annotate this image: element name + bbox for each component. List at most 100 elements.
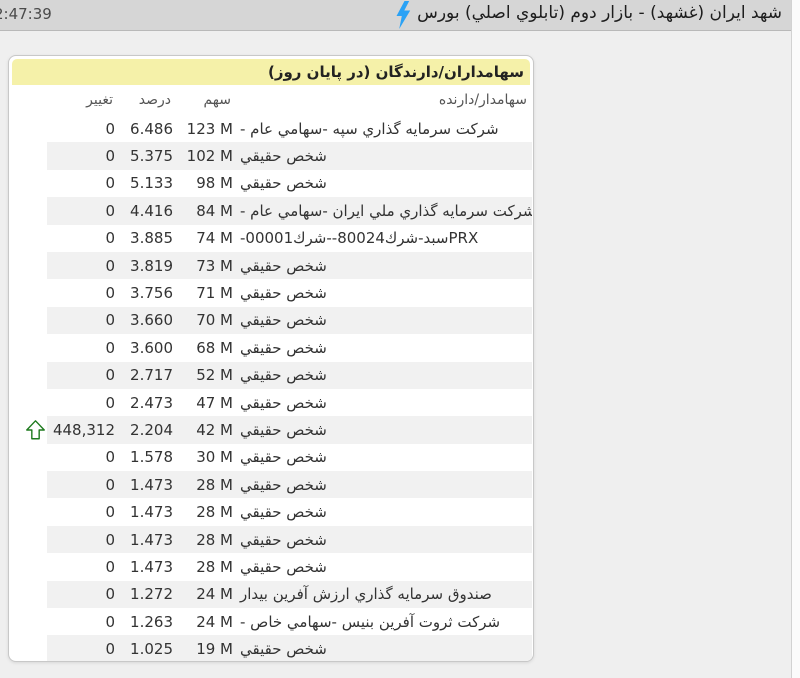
change-direction-cell	[19, 444, 47, 471]
holder-name: شخص حقيقي	[236, 334, 532, 361]
change-value: 0	[47, 608, 118, 635]
table-row: شخص حقيقي 28 M 1.473 0	[9, 471, 533, 498]
percent-value: 6.486	[118, 115, 176, 142]
change-direction-cell	[19, 170, 47, 197]
shares-value: 28 M	[176, 498, 236, 525]
change-value: 0	[47, 444, 118, 471]
table-row: PRXسبد-شرك80024--شرك00001- 74 M 3.885 0	[9, 225, 533, 252]
percent-value: 4.416	[118, 197, 176, 224]
holder-name: شخص حقيقي	[236, 142, 532, 169]
holder-name: شخص حقيقي	[236, 252, 532, 279]
percent-value: 3.660	[118, 307, 176, 334]
table-row: شخص حقيقي 30 M 1.578 0	[9, 444, 533, 471]
change-value: 0	[47, 252, 118, 279]
shares-value: 24 M	[176, 581, 236, 608]
shares-value: 70 M	[176, 307, 236, 334]
change-value: 0	[47, 635, 118, 662]
holder-name: شخص حقيقي	[236, 389, 532, 416]
percent-value: 1.473	[118, 498, 176, 525]
instrument-title: شهد ايران (غشهد) - بازار دوم (تابلوي اصل…	[417, 3, 782, 23]
percent-value: 1.473	[118, 526, 176, 553]
shares-value: 102 M	[176, 142, 236, 169]
shares-value: 30 M	[176, 444, 236, 471]
holder-name: شخص حقيقي	[236, 471, 532, 498]
table-row: شخص حقيقي 102 M 5.375 0	[9, 142, 533, 169]
holder-name: صندوق سرمايه گذاري ارزش آفرين بيدار	[236, 581, 532, 608]
change-value: 0	[47, 362, 118, 389]
percent-value: 3.600	[118, 334, 176, 361]
change-direction-cell	[19, 498, 47, 525]
change-value: 0	[47, 498, 118, 525]
percent-value: 2.717	[118, 362, 176, 389]
percent-value: 2.473	[118, 389, 176, 416]
change-direction-cell	[19, 307, 47, 334]
shares-value: 68 M	[176, 334, 236, 361]
holder-name: شخص حقيقي	[236, 362, 532, 389]
table-row: شخص حقيقي 28 M 1.473 0	[9, 553, 533, 580]
shares-value: 52 M	[176, 362, 236, 389]
percent-value: 1.578	[118, 444, 176, 471]
column-header-shares: سهم	[176, 92, 236, 108]
column-header-holder: سهامدار/دارنده	[236, 92, 532, 108]
percent-value: 3.885	[118, 225, 176, 252]
holders-rows: شرکت سرمايه گذاري سپه -سهامي عام - 123 M…	[9, 115, 533, 662]
table-row: شخص حقيقي 52 M 2.717 0	[9, 362, 533, 389]
table-row: شخص حقيقي 42 M 2.204 448,312	[9, 416, 533, 443]
change-value: 0	[47, 471, 118, 498]
column-header-change: تغيير	[47, 92, 118, 108]
percent-value: 5.133	[118, 170, 176, 197]
change-value: 0	[47, 334, 118, 361]
change-direction-cell	[19, 225, 47, 252]
shares-value: 74 M	[176, 225, 236, 252]
panel-title: سهامداران/دارندگان (در پايان روز)	[12, 59, 530, 85]
percent-value: 5.375	[118, 142, 176, 169]
shares-value: 73 M	[176, 252, 236, 279]
table-row: شخص حقيقي 73 M 3.819 0	[9, 252, 533, 279]
shares-value: 28 M	[176, 471, 236, 498]
change-direction-cell	[19, 197, 47, 224]
change-value: 448,312	[47, 416, 118, 443]
holder-name: شخص حقيقي	[236, 553, 532, 580]
table-row: شخص حقيقي 71 M 3.756 0	[9, 279, 533, 306]
table-row: شخص حقيقي 70 M 3.660 0	[9, 307, 533, 334]
change-value: 0	[47, 526, 118, 553]
column-header-percent: درصد	[118, 92, 176, 108]
percent-value: 2.204	[118, 416, 176, 443]
shares-value: 98 M	[176, 170, 236, 197]
change-direction-cell	[19, 416, 47, 443]
change-direction-cell	[19, 142, 47, 169]
change-value: 0	[47, 115, 118, 142]
holder-name: شخص حقيقي	[236, 635, 532, 662]
change-direction-cell	[19, 389, 47, 416]
shares-value: 28 M	[176, 553, 236, 580]
percent-value: 1.025	[118, 635, 176, 662]
holder-name: شخص حقيقي	[236, 526, 532, 553]
lightning-icon	[394, 1, 412, 29]
holder-name: شرکت سرمايه گذاري ملي ايران -سهامي عام -	[236, 197, 532, 224]
change-value: 0	[47, 197, 118, 224]
shares-value: 24 M	[176, 608, 236, 635]
shares-value: 123 M	[176, 115, 236, 142]
table-row: شرکت ثروت آفرين بنيس -سهامي خاص - 24 M 1…	[9, 608, 533, 635]
table-row: شرکت سرمايه گذاري سپه -سهامي عام - 123 M…	[9, 115, 533, 142]
table-row: شرکت سرمايه گذاري ملي ايران -سهامي عام -…	[9, 197, 533, 224]
holder-name: شخص حقيقي	[236, 498, 532, 525]
table-row: شخص حقيقي 98 M 5.133 0	[9, 170, 533, 197]
change-value: 0	[47, 170, 118, 197]
scrollbar-gutter[interactable]	[791, 0, 800, 678]
shareholders-panel: سهامداران/دارندگان (در پايان روز) سهامدا…	[8, 55, 534, 662]
holder-name: شرکت ثروت آفرين بنيس -سهامي خاص -	[236, 608, 532, 635]
change-value: 0	[47, 553, 118, 580]
percent-value: 1.263	[118, 608, 176, 635]
shares-value: 47 M	[176, 389, 236, 416]
change-direction-cell	[19, 553, 47, 580]
change-direction-cell	[19, 526, 47, 553]
shares-value: 71 M	[176, 279, 236, 306]
change-direction-cell	[19, 635, 47, 662]
shares-value: 19 M	[176, 635, 236, 662]
table-row: شخص حقيقي 19 M 1.025 0	[9, 635, 533, 662]
holder-name: شخص حقيقي	[236, 307, 532, 334]
change-direction-cell	[19, 471, 47, 498]
clock-time: 2:47:39	[0, 5, 52, 23]
change-direction-cell	[19, 115, 47, 142]
